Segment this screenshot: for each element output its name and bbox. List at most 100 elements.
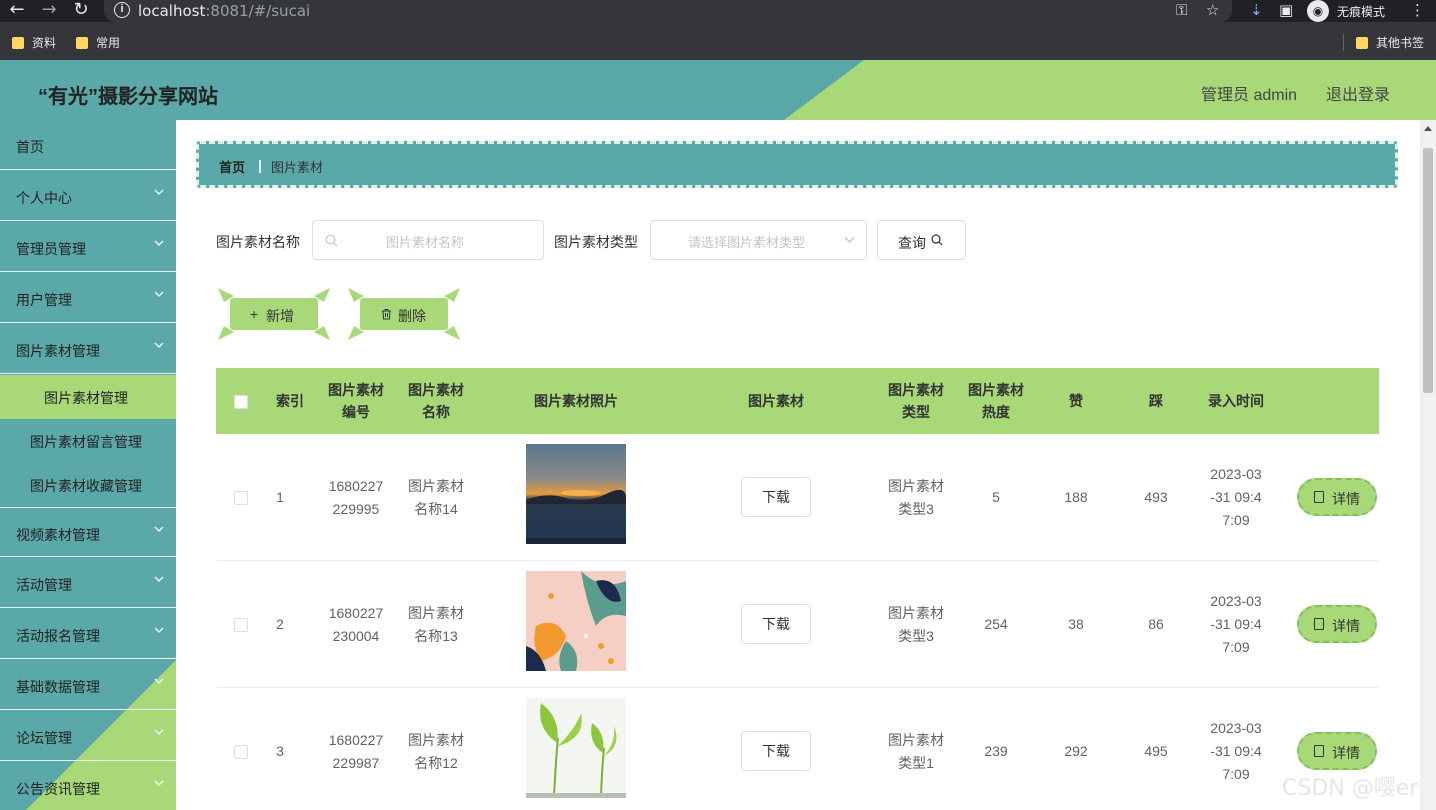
header-code: 图片素材 编号	[328, 382, 384, 420]
name-search-input[interactable]: 图片素材名称	[312, 220, 544, 260]
star-icon[interactable]: ☆	[1206, 1, 1219, 19]
sidebar-item-video-material[interactable]: 视频素材管理	[0, 507, 176, 557]
sidebar: 首页 个人中心 管理员管理 用户管理 图片素材管理 图片素材管理 图片素材留言管…	[0, 120, 176, 810]
row-checkbox[interactable]	[234, 491, 248, 505]
chevron-down-icon	[154, 729, 164, 735]
table-row: 3 1680227 229987 图片素材 名称12 下载 图片素材 类型1 239 …	[216, 688, 1379, 810]
cell-likes: 188	[1064, 489, 1088, 505]
folder-icon	[76, 37, 88, 49]
bookmark-folder[interactable]: 常用	[76, 34, 120, 51]
cell-likes: 292	[1064, 743, 1088, 759]
table-row: 2 1680227 230004 图片素材 名称13 下载 图片素材 类型3 254 …	[216, 561, 1379, 688]
cell-time: 2023-03 -31 09:4 7:09	[1210, 720, 1262, 782]
row-checkbox[interactable]	[234, 618, 248, 632]
other-bookmarks[interactable]: 其他书签	[1356, 34, 1424, 51]
folder-icon	[1356, 37, 1368, 49]
photo-thumbnail[interactable]	[526, 698, 626, 798]
download-icon[interactable]: ⇣	[1250, 1, 1263, 19]
chevron-down-icon	[154, 189, 164, 195]
cell-type: 图片素材 类型3	[888, 477, 944, 517]
sidebar-subitem-image-material[interactable]: 图片素材管理	[0, 375, 176, 419]
chevron-down-icon	[154, 576, 164, 582]
document-icon	[1314, 618, 1324, 630]
header-time: 录入时间	[1208, 393, 1264, 409]
select-all-checkbox[interactable]	[234, 395, 248, 409]
detail-button[interactable]: 详情	[1297, 732, 1377, 770]
sidebar-item-user-management[interactable]: 用户管理	[0, 273, 176, 323]
more-menu-icon[interactable]: ⋮	[1410, 1, 1425, 19]
key-icon[interactable]: ⚿	[1176, 1, 1187, 19]
cell-name: 图片素材 名称13	[408, 604, 464, 644]
row-checkbox[interactable]	[234, 745, 248, 759]
bookmark-folder[interactable]: 资料	[12, 34, 56, 51]
chevron-down-icon	[154, 780, 164, 786]
breadcrumb-separator: |	[258, 157, 262, 173]
cell-time: 2023-03 -31 09:4 7:09	[1210, 466, 1262, 528]
query-button[interactable]: 查询	[877, 220, 966, 260]
cell-dislikes: 495	[1144, 743, 1168, 759]
sidebar-subitem-image-comments[interactable]: 图片素材留言管理	[0, 419, 176, 463]
cell-index: 3	[276, 743, 284, 759]
search-icon	[325, 234, 338, 247]
header-photo: 图片素材照片	[534, 393, 618, 409]
add-button[interactable]: + 新增	[216, 288, 332, 340]
detail-button[interactable]: 详情	[1297, 478, 1377, 516]
cell-code: 1680227 230004	[328, 604, 384, 644]
chevron-down-icon	[154, 526, 164, 532]
table-row: 1 1680227 229995 图片素材 名称14 下载 图片素材 类型3 5 18…	[216, 434, 1379, 561]
incognito-label: 无痕模式	[1337, 5, 1386, 19]
cell-dislikes: 493	[1144, 489, 1168, 505]
side-panel-icon[interactable]: ▣	[1279, 1, 1293, 19]
forward-arrow-icon[interactable]: →	[38, 0, 60, 22]
sidebar-item-activity-signup[interactable]: 活动报名管理	[0, 609, 176, 659]
site-header: “有光”摄影分享网站 管理员 admin 退出登录	[0, 60, 1436, 120]
incognito-indicator[interactable]: ◉ 无痕模式	[1307, 0, 1407, 22]
document-icon	[1314, 491, 1324, 503]
cell-dislikes: 86	[1148, 616, 1164, 632]
sidebar-item-home[interactable]: 首页	[0, 120, 176, 170]
breadcrumb-home[interactable]: 首页	[219, 157, 245, 176]
sidebar-item-personal-center[interactable]: 个人中心	[0, 171, 176, 221]
scroll-up-icon[interactable]	[1424, 126, 1432, 131]
sidebar-item-forum[interactable]: 论坛管理	[0, 711, 176, 761]
sidebar-item-activity[interactable]: 活动管理	[0, 558, 176, 608]
scroll-thumb[interactable]	[1423, 148, 1433, 393]
breadcrumb-current: 图片素材	[271, 160, 324, 175]
download-button[interactable]: 下载	[741, 477, 811, 517]
sidebar-item-basic-data[interactable]: 基础数据管理	[0, 660, 176, 710]
sidebar-subitem-image-favorites[interactable]: 图片素材收藏管理	[0, 463, 176, 507]
plus-icon: +	[250, 306, 259, 322]
cell-code: 1680227 229995	[328, 477, 384, 517]
type-filter-label: 图片素材类型	[554, 234, 638, 250]
detail-button[interactable]: 详情	[1297, 605, 1377, 643]
back-arrow-icon[interactable]: ←	[6, 0, 28, 22]
photo-thumbnail[interactable]	[526, 571, 626, 671]
cell-type: 图片素材 类型3	[888, 604, 944, 644]
delete-button-label: 删除	[398, 308, 426, 324]
header-name: 图片素材 名称	[408, 382, 464, 420]
chevron-down-icon	[154, 627, 164, 633]
watermark: CSDN @嘤er	[1282, 776, 1419, 801]
chevron-down-icon	[844, 237, 855, 243]
folder-icon	[12, 37, 24, 49]
download-button[interactable]: 下载	[741, 604, 811, 644]
cell-name: 图片素材 名称12	[408, 731, 464, 771]
reload-icon[interactable]: ↻	[70, 0, 92, 22]
delete-button[interactable]: 删除	[346, 288, 462, 340]
type-select[interactable]: 请选择图片素材类型	[650, 220, 867, 260]
photo-thumbnail[interactable]	[526, 444, 626, 544]
address-bar[interactable]: i localhost:8081/#/sucai ⚿ ☆	[104, 0, 1232, 22]
document-icon	[1314, 745, 1324, 757]
site-title: “有光”摄影分享网站	[38, 86, 218, 108]
page-scrollbar[interactable]	[1420, 120, 1436, 810]
logout-link[interactable]: 退出登录	[1326, 81, 1390, 105]
cell-name: 图片素材 名称14	[408, 477, 464, 517]
sidebar-item-announcements[interactable]: 公告资讯管理	[0, 762, 176, 810]
cell-type: 图片素材 类型1	[888, 731, 944, 771]
trash-icon	[382, 309, 391, 320]
sidebar-item-image-material[interactable]: 图片素材管理	[0, 324, 176, 374]
info-icon[interactable]: i	[114, 2, 130, 18]
download-button[interactable]: 下载	[741, 731, 811, 771]
header-index: 索引	[276, 393, 304, 409]
sidebar-item-admin-management[interactable]: 管理员管理	[0, 222, 176, 272]
